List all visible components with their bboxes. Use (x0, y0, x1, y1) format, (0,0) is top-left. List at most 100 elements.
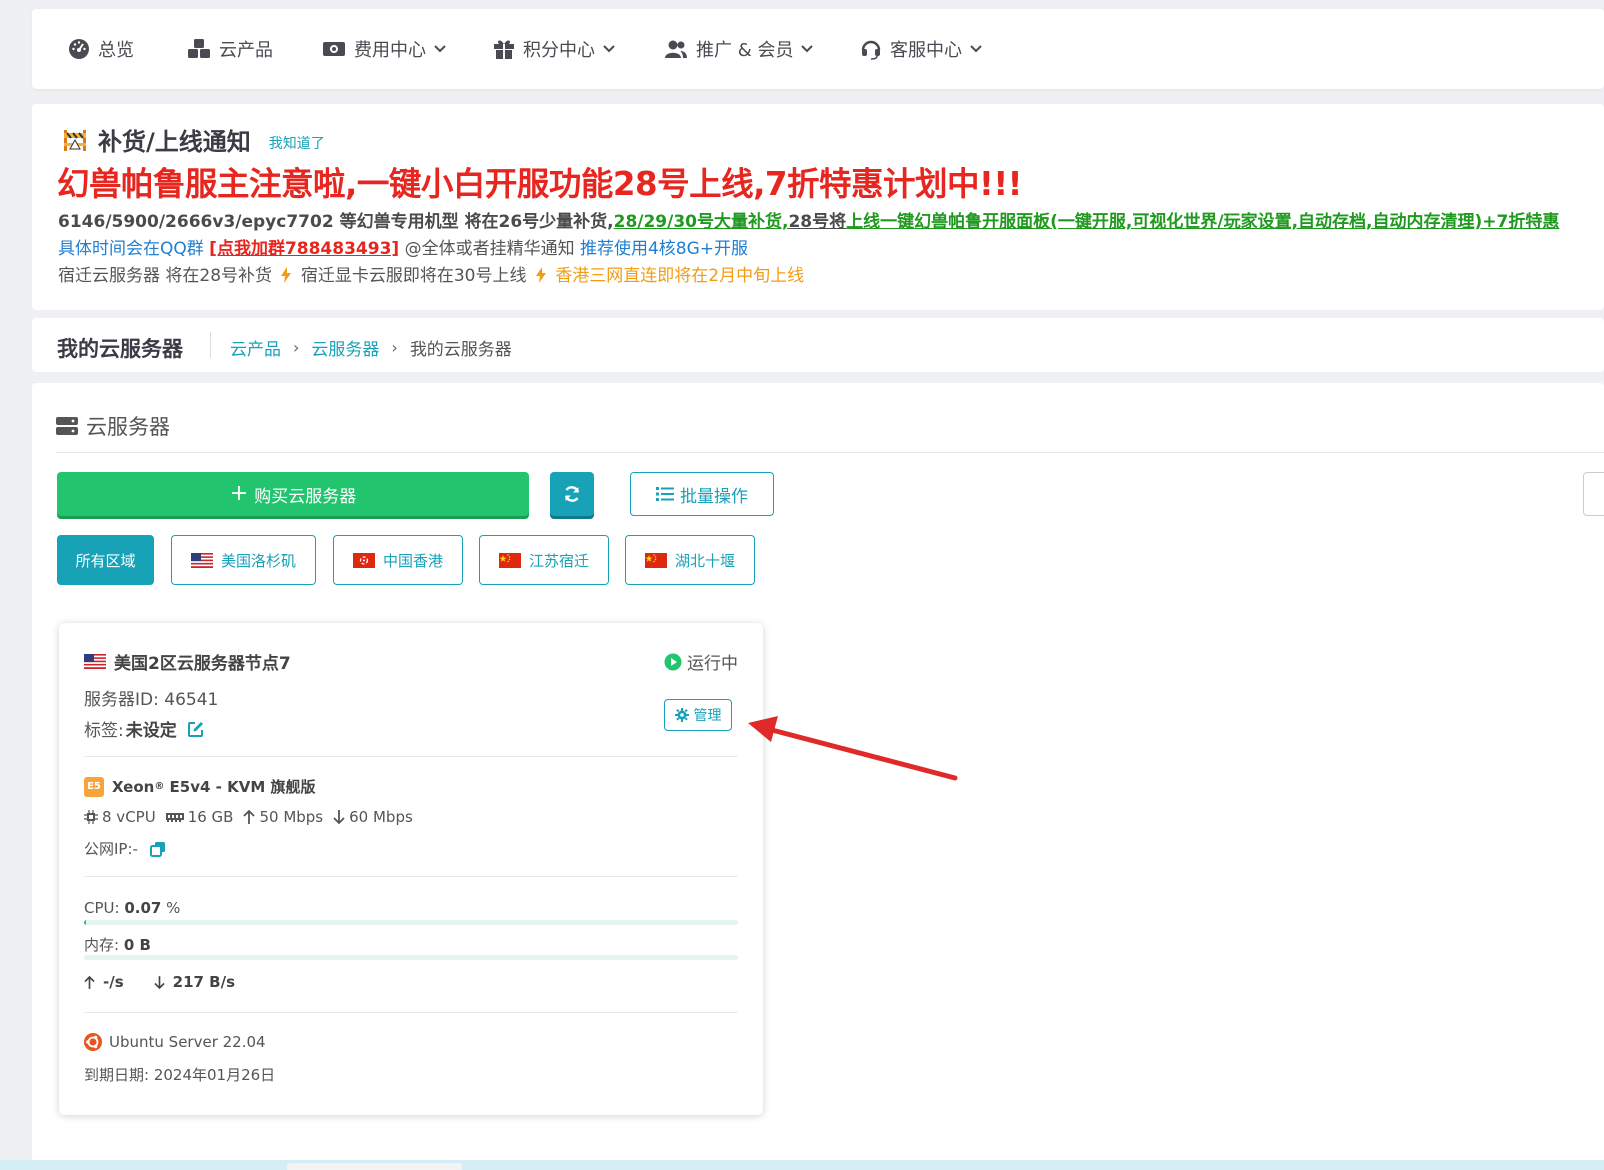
cpu-usage-label: CPU: 0.07 % (84, 899, 180, 917)
users-icon (665, 40, 687, 58)
arrow-down-icon (153, 975, 165, 989)
breadcrumb-link-cloud-products[interactable]: 云产品 (230, 335, 281, 360)
notice-line-3: 宿迁云服务器 将在28号补货 宿迁显卡云服即将在30号上线 香港三网直连即将在2… (58, 261, 804, 286)
nav-item-points[interactable]: 积分中心 (493, 35, 615, 63)
memory-icon (165, 813, 184, 822)
nav-item-referral[interactable]: 推广 & 会员 (664, 35, 814, 63)
os-row: Ubuntu Server 22.04 (84, 1033, 266, 1051)
server-tag: 标签: 未设定 (84, 716, 205, 741)
copy-icon[interactable] (149, 841, 166, 857)
cpu-model-suffix: E5v4 - KVM 旗舰版 (164, 778, 316, 796)
traffic-up: -/s (84, 973, 124, 991)
section-title-text: 云服务器 (86, 415, 170, 439)
notice-dismiss-link[interactable]: 我知道了 (269, 133, 325, 153)
traffic-up-value: -/s (103, 973, 124, 991)
nav-item-support[interactable]: 客服中心 (860, 35, 982, 63)
nav-item-cloud-products[interactable]: 云产品 (187, 35, 273, 63)
cpu-model-name: Xeon (112, 777, 155, 796)
batch-operation-button[interactable]: 批量操作 (630, 472, 774, 516)
notice-panel-link[interactable]: 上线一键幻兽帕鲁开服面板(一键开服,可视化世界/玩家设置,自动存档,自动内存清理… (846, 212, 1559, 232)
headset-icon (861, 40, 881, 60)
breadcrumb-current: 我的云服务器 (409, 340, 512, 360)
cn-flag-icon (498, 552, 521, 568)
chevron-down-icon (970, 45, 982, 53)
region-filter-suqian[interactable]: 江苏宿迁 (479, 535, 609, 585)
server-id-value: 46541 (164, 690, 219, 710)
notice-line-2: 具体时间会在QQ群 [点我加群788483493] @全体或者挂精华通知 推荐使… (58, 234, 748, 259)
divider (84, 1012, 738, 1013)
region-filter-us-la[interactable]: 美国洛杉矶 (171, 535, 316, 585)
notice-title-row: 补货/上线通知 我知道了 (62, 122, 325, 157)
breadcrumb-bar: 我的云服务器 云产品 › 云服务器 › 我的云服务器 (32, 318, 1604, 372)
divider (56, 452, 1604, 453)
cpu-usage-value: 0.07 (124, 899, 162, 917)
bandwidth-up-value: 50 Mbps (259, 808, 324, 826)
expire-label: 到期日期: (84, 1066, 154, 1084)
plus-icon: + (229, 481, 249, 506)
region-filter-hk[interactable]: 中国香港 (333, 535, 463, 585)
nav-label: 云产品 (219, 40, 273, 61)
cn-flag-icon (644, 552, 667, 568)
notice-text: 6146/5900/2666v3/epyc7702 等幻兽专用机型 将在26号少… (58, 212, 614, 232)
region-label: 美国洛杉矶 (220, 551, 296, 570)
nav-item-overview[interactable]: 总览 (68, 35, 134, 63)
notice-text: 香港三网直连即将在2月中旬上线 (555, 266, 805, 286)
region-filter-shiyan[interactable]: 湖北十堰 (625, 535, 755, 585)
divider (210, 332, 211, 358)
section-title: 云服务器 (56, 411, 170, 441)
chevron-down-icon (434, 45, 446, 53)
expire-value: 2024年01月26日 (153, 1066, 276, 1084)
server-tag-label: 标签: (84, 721, 124, 741)
buy-server-button[interactable]: + 购买云服务器 (57, 472, 529, 516)
cpu-usage-fill (84, 920, 86, 925)
dashboard-icon (69, 39, 89, 59)
server-id: 服务器ID: 46541 (84, 685, 218, 710)
nav-label: 费用中心 (354, 40, 426, 61)
public-ip-value: - (132, 839, 138, 858)
spec-ram: 16 GB (165, 808, 233, 826)
cpu-usage-unit: % (161, 899, 181, 917)
region-label: 中国香港 (382, 551, 443, 570)
arrow-up-icon (84, 975, 95, 989)
divider (84, 876, 738, 877)
manage-button[interactable]: 管理 (664, 699, 732, 731)
server-icon (56, 417, 78, 435)
notice-text: 宿迁云服务器 将在28号补货 (58, 266, 273, 286)
region-label: 所有区域 (75, 551, 136, 570)
breadcrumb: 云产品 › 云服务器 › 我的云服务器 (230, 335, 512, 360)
notice-text: 宿迁显卡云服即将在30号上线 (300, 266, 527, 286)
notice-panel: 补货/上线通知 我知道了 幻兽帕鲁服主注意啦,一键小白开服功能28号上线,7折特… (32, 104, 1604, 310)
gear-icon (674, 708, 689, 722)
nav-item-billing[interactable]: 费用中心 (322, 35, 446, 63)
network-traffic-row: -/s 217 B/s (84, 973, 265, 991)
edit-icon[interactable] (187, 720, 205, 738)
nav-label: 积分中心 (523, 40, 595, 61)
chevron-right-icon: › (391, 338, 398, 357)
cpu-usage-caption: CPU: (84, 899, 125, 917)
construction-icon (64, 129, 86, 151)
cpu-model: E5 Xeon ® E5v4 - KVM 旗舰版 (84, 776, 316, 797)
status-text: 运行中 (687, 654, 738, 674)
top-nav: 总览 云产品 费用中心 积分中心 推广 & 会员 客服中心 (32, 9, 1604, 89)
cpu-chip-icon (84, 810, 98, 824)
taskbar-tab[interactable] (287, 1163, 462, 1170)
region-filter-all[interactable]: 所有区域 (57, 535, 154, 585)
arrow-down-icon (333, 810, 345, 824)
region-label: 江苏宿迁 (528, 551, 589, 570)
toolbar-button-clipped[interactable] (1583, 472, 1604, 516)
cpu-badge-icon: E5 (84, 776, 104, 797)
public-ip-row: 公网IP: - (84, 838, 166, 859)
server-id-label: 服务器ID: (84, 690, 165, 710)
spec-vcpu: 8 vCPU (84, 808, 156, 826)
breadcrumb-link-cloud-servers[interactable]: 云服务器 (311, 335, 379, 360)
notice-restock-link[interactable]: 28/29/30号大量补货, (614, 212, 789, 232)
notice-text: 推荐使用4核8G+开服 (579, 239, 749, 259)
bandwidth-down-value: 60 Mbps (349, 808, 413, 826)
refresh-button[interactable] (550, 472, 594, 516)
server-name: 美国2区云服务器节点7 (84, 649, 291, 674)
page-title: 我的云服务器 (57, 337, 183, 361)
join-group-link[interactable]: [点我加群788483493] (209, 239, 399, 259)
notice-title: 补货/上线通知 (98, 128, 251, 156)
server-card: 美国2区云服务器节点7 运行中 服务器ID: 46541 标签: 未设定 管理 … (59, 623, 763, 1115)
cubes-icon (188, 39, 210, 58)
